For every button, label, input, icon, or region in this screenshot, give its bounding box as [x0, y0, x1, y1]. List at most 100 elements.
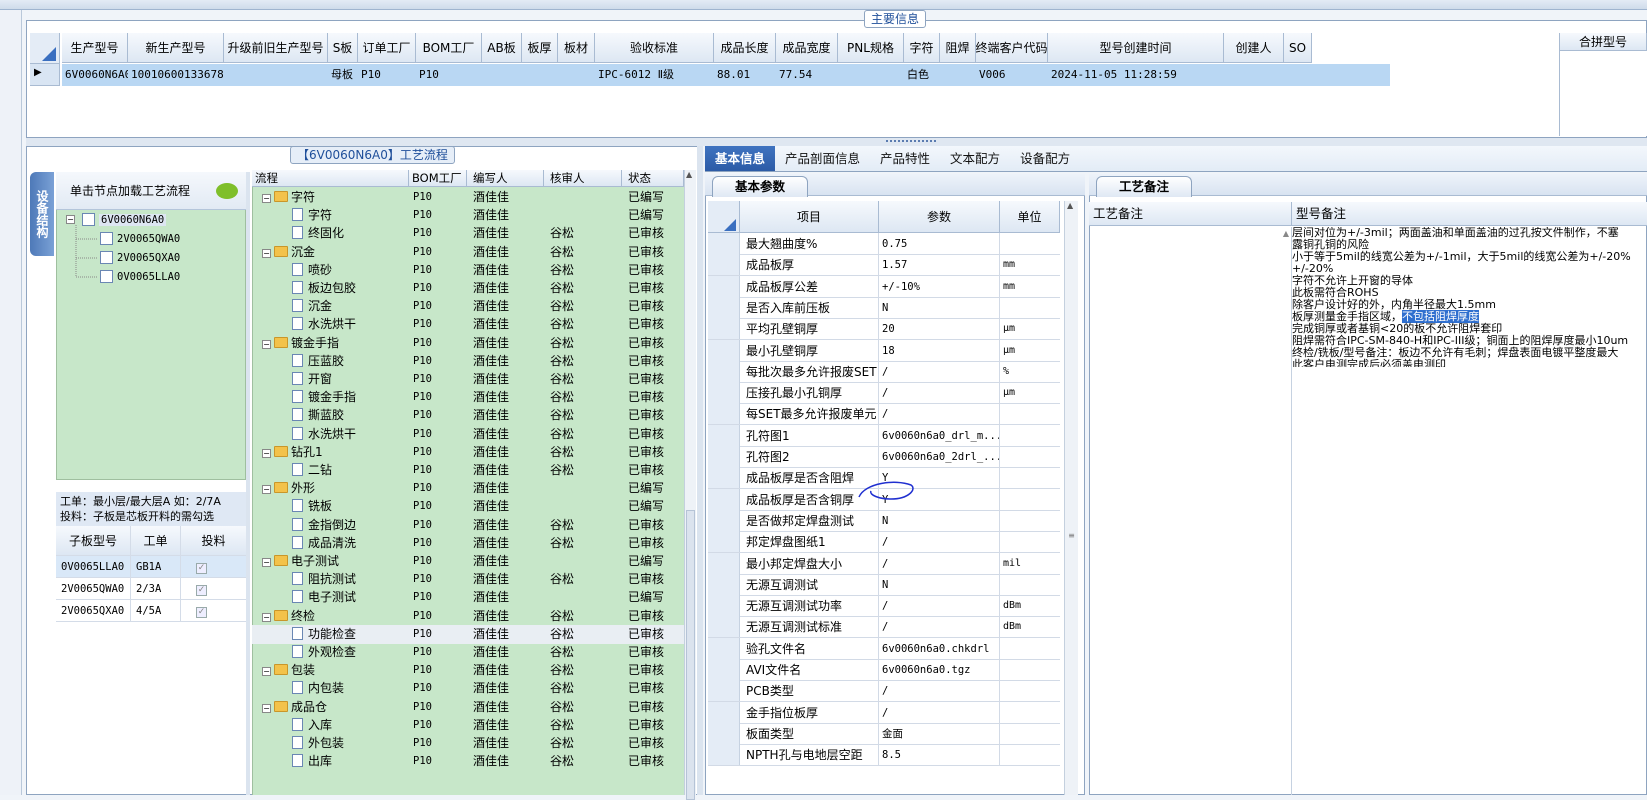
process-remark-field[interactable]: ▲ — [1089, 227, 1292, 795]
param-value[interactable]: 6v0060n6a0.tgz — [879, 659, 1000, 680]
row-indicator[interactable] — [708, 659, 740, 680]
row-indicator[interactable] — [708, 254, 740, 276]
tree-child-node[interactable]: 2V0065QXA0 — [100, 251, 180, 264]
flow-row[interactable]: 成品清洗 P10 酒佳佳 谷松 已审核 — [252, 534, 684, 553]
sub-board-row[interactable]: 2V0065QWA0 2/3A ✓ — [56, 578, 246, 600]
grid-cell[interactable] — [482, 64, 522, 86]
tree-child-node[interactable]: 2V0065QWA0 — [100, 232, 180, 245]
flow-row[interactable]: 出库 P10 酒佳佳 谷松 已审核 — [252, 752, 684, 771]
flow-row[interactable]: 外包装 P10 酒佳佳 谷松 已审核 — [252, 734, 684, 753]
param-row[interactable]: 孔符图2 6v0060n6a0_2drl_... — [708, 446, 1060, 468]
grid-cell[interactable]: 88.01 — [714, 64, 776, 86]
flow-row[interactable]: 板边包胶 P10 酒佳佳 谷松 已审核 — [252, 279, 684, 298]
collapse-icon[interactable]: − — [262, 448, 271, 458]
basic-params-tab[interactable]: 基本参数 — [712, 176, 808, 197]
collapse-icon[interactable]: − — [262, 612, 271, 622]
collapse-icon[interactable]: − — [262, 485, 271, 495]
row-indicator[interactable] — [708, 531, 740, 553]
param-row[interactable]: 验孔文件名 6v0060n6a0.chkdrl — [708, 637, 1060, 660]
param-row[interactable]: 无源互调测试功率 / dBm — [708, 595, 1060, 618]
param-row[interactable]: 平均孔壁铜厚 20 μm — [708, 318, 1060, 341]
param-row[interactable]: 最小邦定焊盘大小 / mil — [708, 552, 1060, 575]
grid-column-header[interactable]: SO — [1284, 33, 1312, 63]
tab-item[interactable]: 文本配方 — [940, 146, 1010, 171]
grid-column-header[interactable]: 验收标准 — [595, 33, 714, 63]
row-indicator[interactable] — [708, 360, 740, 382]
flow-row[interactable]: 电子测试 P10 酒佳佳 已编写 — [252, 588, 684, 607]
flow-row[interactable]: 二钻 P10 酒佳佳 谷松 已审核 — [252, 461, 684, 480]
scroll-up-icon[interactable]: ▲ — [1283, 229, 1289, 238]
flow-row[interactable]: 压蓝胶 P10 酒佳佳 谷松 已审核 — [252, 352, 684, 371]
collapse-icon[interactable]: − — [262, 194, 271, 203]
grid-cell[interactable]: 母板 — [328, 64, 358, 86]
row-indicator[interactable] — [708, 424, 740, 446]
param-row[interactable]: 邦定焊盘图纸1/ — [708, 531, 1060, 554]
collapse-icon[interactable]: − — [262, 558, 271, 567]
row-indicator[interactable] — [708, 296, 740, 318]
grid-cell[interactable]: IPC-6012 Ⅱ级 — [595, 64, 714, 86]
param-value[interactable]: 6v0060n6a0_drl_m... — [879, 424, 1000, 446]
scroll-up-icon[interactable]: ▲ — [686, 170, 692, 179]
flow-row[interactable]: 字符 P10 酒佳佳 已编写 — [252, 206, 684, 225]
flow-row[interactable]: − 成品仓 P10 酒佳佳 谷松 已审核 — [252, 698, 684, 717]
row-indicator[interactable] — [708, 509, 740, 531]
param-value[interactable]: N — [879, 573, 1000, 595]
horizontal-splitter[interactable] — [26, 138, 1647, 146]
row-indicator[interactable] — [708, 744, 740, 766]
collapse-icon[interactable]: − — [262, 248, 271, 258]
row-indicator[interactable] — [708, 680, 740, 702]
side-tab-equipment-structure[interactable]: 设备结构 — [30, 172, 54, 256]
grid-column-header[interactable]: 创建人 — [1224, 33, 1284, 63]
grid-cell[interactable]: 77.54 — [776, 64, 838, 86]
param-row[interactable]: 最小孔壁铜厚 18 μm — [708, 339, 1060, 362]
collapse-icon[interactable]: − — [262, 667, 271, 677]
row-indicator[interactable] — [708, 722, 740, 744]
collapse-icon[interactable]: − — [262, 703, 271, 713]
grid-cell[interactable]: P10 — [358, 64, 416, 86]
param-value[interactable]: 1.57 — [879, 254, 1000, 276]
grid-column-header[interactable]: 终端客户代码 — [976, 33, 1048, 63]
grid-column-header[interactable]: 成品宽度 — [776, 33, 838, 63]
param-value[interactable]: N — [879, 296, 1000, 318]
grid-cell[interactable]: 10010600133678 — [128, 64, 224, 86]
param-row[interactable]: 每批次最多允许报废SET /% — [708, 360, 1060, 383]
param-value[interactable]: N — [879, 509, 1000, 531]
grid-cell[interactable] — [1284, 64, 1312, 86]
param-value[interactable]: / — [879, 616, 1000, 638]
row-indicator[interactable] — [708, 616, 740, 638]
row-indicator[interactable] — [708, 595, 740, 617]
param-value[interactable]: 8.5 — [879, 744, 1000, 766]
grid-cell[interactable] — [1224, 64, 1284, 86]
param-value[interactable]: 6v0060n6a0_2drl_... — [879, 446, 1000, 467]
param-value[interactable]: / — [879, 701, 1000, 723]
flow-row[interactable]: 沉金 P10 酒佳佳 谷松 已审核 — [252, 297, 684, 316]
flow-row[interactable]: − 终检 P10 酒佳佳 谷松 已审核 — [252, 607, 684, 626]
row-indicator[interactable] — [708, 446, 740, 467]
param-value[interactable]: +/-10% — [879, 275, 1000, 297]
flow-scrollbar[interactable]: ▲ — [684, 170, 696, 800]
scrollbar-thumb[interactable] — [686, 510, 695, 800]
flow-row[interactable]: 功能检查 P10 酒佳佳 谷松 已审核 — [252, 624, 684, 644]
grid-column-header[interactable]: S板 — [328, 33, 358, 63]
grid-column-header[interactable]: 阻焊 — [940, 33, 976, 63]
param-row[interactable]: 孔符图1 6v0060n6a0_drl_m... — [708, 424, 1060, 447]
scroll-up-icon[interactable]: ▲ — [1067, 201, 1073, 210]
param-row[interactable]: PCB类型 / — [708, 680, 1060, 703]
grid-cell[interactable] — [558, 64, 595, 86]
param-value[interactable]: 6v0060n6a0.chkdrl — [879, 637, 1000, 659]
row-indicator[interactable] — [708, 318, 740, 340]
flow-row[interactable]: 水洗烘干 P10 酒佳佳 谷松 已审核 — [252, 425, 684, 444]
sub-board-row[interactable]: 0V0065LLA0 GB1A ✓ — [56, 556, 246, 578]
flow-row[interactable]: 撕蓝胶 P10 酒佳佳 谷松 已审核 — [252, 406, 684, 425]
grid-column-header[interactable]: 升级前旧生产型号 — [224, 33, 328, 63]
grid-cell[interactable]: 2024-11-05 11:28:59 — [1048, 64, 1224, 86]
row-indicator[interactable] — [708, 467, 740, 489]
flow-row[interactable]: − 沉金 P10 酒佳佳 谷松 已审核 — [252, 243, 684, 262]
param-value[interactable]: 18 — [879, 339, 1000, 361]
param-row[interactable]: 是否做邦定焊盘测试 N — [708, 509, 1060, 532]
grid-cell[interactable]: 白色 — [904, 64, 940, 86]
param-value[interactable]: / — [879, 680, 1000, 702]
grid-cell[interactable]: V006 — [976, 64, 1048, 86]
row-indicator[interactable] — [708, 701, 740, 723]
param-row[interactable]: AVI文件名 6v0060n6a0.tgz — [708, 659, 1060, 681]
